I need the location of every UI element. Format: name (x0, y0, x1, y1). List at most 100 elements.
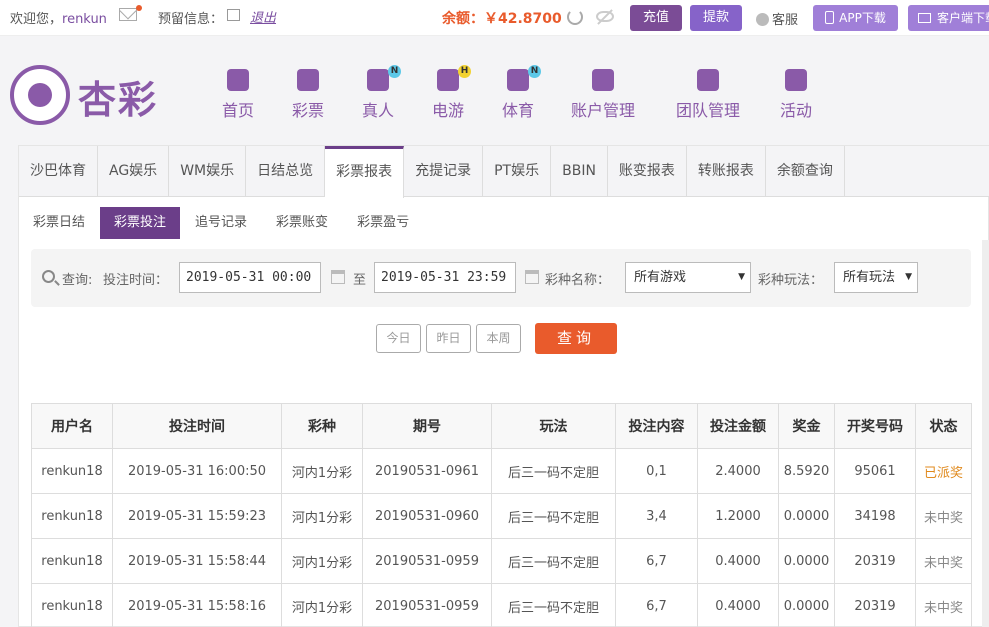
cell-issue: 20190531-0960 (362, 493, 492, 539)
cell-status: 已派奖 (915, 448, 972, 494)
nav-home[interactable]: 首页 (222, 69, 254, 121)
subtab-lottery-changes[interactable]: 彩票账变 (262, 207, 342, 239)
report-panel: 沙巴体育 AG娱乐 WM娱乐 日结总览 彩票报表 充提记录 PT娱乐 BBIN … (18, 145, 989, 627)
this-week-button[interactable]: 本周 (476, 324, 521, 353)
cell-prize: 0.0000 (778, 583, 835, 627)
page-scrollbar[interactable] (982, 240, 989, 627)
table-row[interactable]: renkun18 2019-05-31 16:00:50 河内1分彩 20190… (31, 448, 972, 494)
tab-daily-summary[interactable]: 日结总览 (246, 146, 326, 197)
col-content: 投注内容 (615, 403, 698, 449)
cell-prize: 8.5920 (778, 448, 835, 494)
unread-dot-icon (136, 5, 142, 11)
today-button[interactable]: 今日 (376, 324, 421, 353)
subtab-chase-records[interactable]: 追号记录 (181, 207, 261, 239)
hot-badge: H (458, 65, 471, 78)
mail-icon[interactable] (119, 8, 137, 21)
tab-ag[interactable]: AG娱乐 (98, 146, 170, 197)
mobile-icon (825, 11, 835, 24)
nav-account[interactable]: 账户管理 (571, 69, 635, 121)
logo-emblem-icon[interactable] (10, 65, 70, 125)
col-lottery: 彩种 (281, 403, 363, 449)
cell-prize: 0.0000 (778, 493, 835, 539)
customer-service-link[interactable]: 客服 (756, 9, 798, 28)
start-time-input[interactable] (179, 262, 321, 293)
table-header-row: 用户名 投注时间 彩种 期号 玩法 投注内容 投注金额 奖金 开奖号码 状态 (31, 403, 972, 449)
query-button[interactable]: 查询 (535, 323, 617, 354)
desktop-icon (918, 13, 931, 23)
lottery-name-label: 彩种名称： (545, 273, 611, 288)
nav-live[interactable]: N 真人 (362, 65, 401, 121)
edit-icon[interactable] (227, 9, 240, 21)
tab-balance-query[interactable]: 余额查询 (766, 146, 845, 197)
nav-label: 体育 (502, 101, 535, 120)
filter-bar: 查询: 投注时间： 至 彩种名称： 所有游戏 ▼ 彩种玩法： 所有玩法 ▼ (31, 249, 971, 307)
col-issue: 期号 (362, 403, 492, 449)
cell-status: 未中奖 (915, 583, 972, 627)
yesterday-button[interactable]: 昨日 (426, 324, 471, 353)
table-row[interactable]: renkun18 2019-05-31 15:58:44 河内1分彩 20190… (31, 538, 972, 584)
cell-lottery: 河内1分彩 (281, 493, 363, 539)
yen-icon (592, 69, 614, 91)
cell-play: 后三一码不定胆 (491, 493, 616, 539)
nav-activity[interactable]: 活动 (780, 69, 812, 121)
calendar-icon[interactable] (331, 270, 345, 284)
tab-account-changes[interactable]: 账变报表 (608, 146, 687, 197)
cell-content: 0,1 (615, 448, 698, 494)
nav-egame[interactable]: H 电游 (432, 65, 471, 121)
welcome-text: 欢迎您，renkun (10, 8, 107, 27)
col-play: 玩法 (491, 403, 616, 449)
cell-issue: 20190531-0959 (362, 583, 492, 627)
col-winning-number: 开奖号码 (834, 403, 916, 449)
play-type-select[interactable]: 所有玩法 ▼ (834, 262, 918, 293)
cell-lottery: 河内1分彩 (281, 583, 363, 627)
tab-lottery-report[interactable]: 彩票报表 (325, 146, 405, 198)
lottery-name-value: 所有游戏 (634, 270, 687, 285)
recharge-button[interactable]: 充值 (630, 5, 682, 31)
table-row[interactable]: renkun18 2019-05-31 15:59:23 河内1分彩 20190… (31, 493, 972, 539)
tab-saba-sports[interactable]: 沙巴体育 (19, 146, 98, 197)
nav-label: 活动 (780, 101, 813, 120)
cell-bet-time: 2019-05-31 16:00:50 (112, 448, 282, 494)
app-download-button[interactable]: APP下载 (813, 5, 898, 31)
cell-lottery: 河内1分彩 (281, 538, 363, 584)
table-row[interactable]: renkun18 2019-05-31 15:58:16 河内1分彩 20190… (31, 583, 972, 627)
trophy-icon: N (507, 65, 541, 91)
cell-username: renkun18 (31, 448, 113, 494)
client-download-button[interactable]: 客户端下载 (908, 5, 989, 31)
logo-text[interactable]: 杏彩 (78, 69, 158, 124)
lottery-name-select[interactable]: 所有游戏 ▼ (625, 262, 751, 293)
hide-balance-icon[interactable] (596, 11, 614, 22)
subtab-lottery-bets[interactable]: 彩票投注 (100, 207, 181, 239)
tab-transfer-report[interactable]: 转账报表 (687, 146, 766, 197)
site-header: 杏彩 首页 彩票 N 真人 H 电游 N 体育 账户管理 团队管理 活动 (0, 37, 989, 142)
query-label: 查询: (62, 273, 93, 288)
withdraw-button[interactable]: 提款 (690, 5, 742, 31)
cell-content: 3,4 (615, 493, 698, 539)
tab-pt[interactable]: PT娱乐 (483, 146, 552, 197)
nav-label: 彩票 (292, 101, 325, 120)
nav-team[interactable]: 团队管理 (676, 69, 740, 121)
logout-link[interactable]: 退出 (250, 7, 276, 26)
cell-winning-number: 20319 (834, 538, 916, 584)
cell-username: renkun18 (31, 493, 113, 539)
cell-status: 未中奖 (915, 493, 972, 539)
subtab-lottery-daily[interactable]: 彩票日结 (19, 207, 99, 239)
nav-sports[interactable]: N 体育 (502, 65, 541, 121)
cell-username: renkun18 (31, 583, 113, 627)
refresh-icon[interactable] (567, 9, 583, 25)
username: renkun (62, 12, 107, 27)
report-tabs: 沙巴体育 AG娱乐 WM娱乐 日结总览 彩票报表 充提记录 PT娱乐 BBIN … (19, 146, 989, 198)
cell-prize: 0.0000 (778, 538, 835, 584)
customer-service-icon (756, 13, 769, 26)
team-icon (697, 69, 719, 91)
tab-deposit-withdraw[interactable]: 充提记录 (404, 146, 484, 197)
nav-label: 首页 (222, 101, 255, 120)
cell-bet-time: 2019-05-31 15:59:23 (112, 493, 282, 539)
tab-bbin[interactable]: BBIN (551, 146, 608, 197)
nav-lottery[interactable]: 彩票 (292, 69, 324, 121)
subtab-lottery-profit[interactable]: 彩票盈亏 (343, 207, 423, 239)
calendar-icon[interactable] (525, 270, 539, 284)
tab-wm[interactable]: WM娱乐 (169, 146, 247, 197)
end-time-input[interactable] (374, 262, 516, 293)
col-amount: 投注金额 (697, 403, 779, 449)
